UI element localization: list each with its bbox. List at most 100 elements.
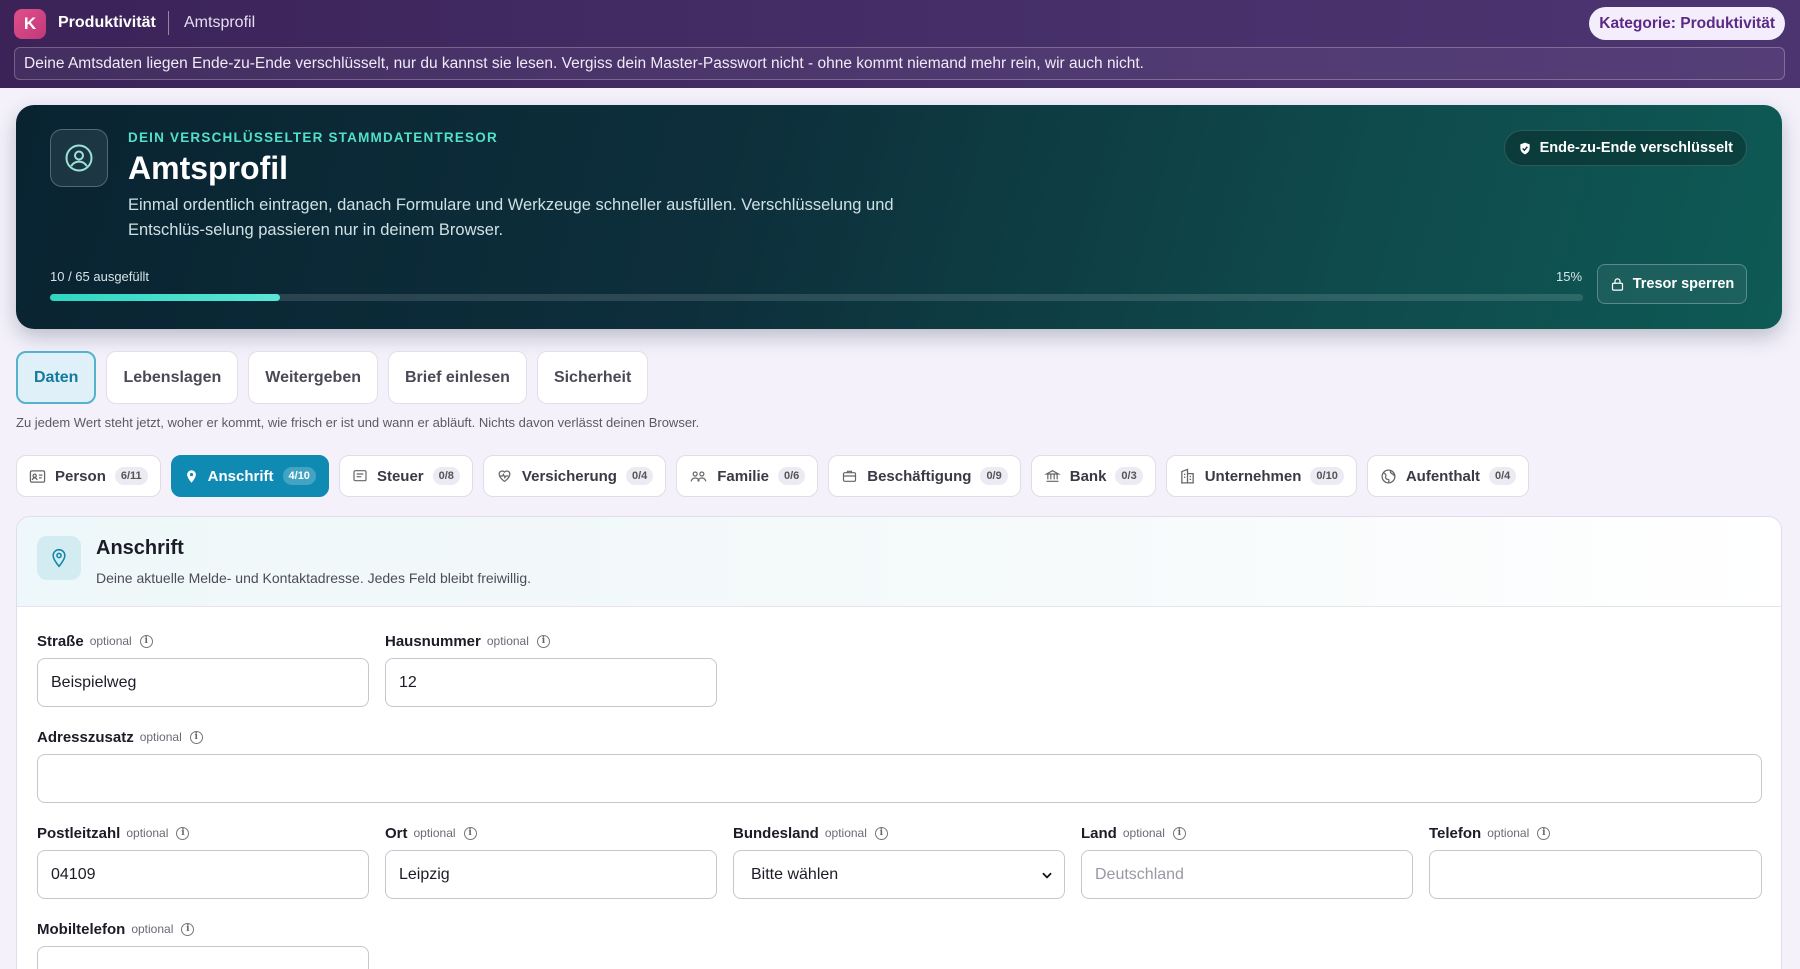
optional-tag: optional: [139, 730, 182, 744]
category-aufenthalt[interactable]: Aufenthalt 0/4: [1366, 455, 1530, 497]
field-adresszusatz: Adresszusatz optional i: [37, 727, 1762, 803]
category-steuer[interactable]: Steuer 0/8: [338, 455, 473, 497]
field-label: Bundesland: [733, 824, 819, 842]
optional-tag: optional: [126, 826, 169, 840]
field-bundesland: Bundesland optional i Bitte wählen: [733, 823, 1065, 899]
shield-check-icon: [1519, 142, 1530, 154]
ort-input[interactable]: Leipzig: [385, 850, 717, 899]
category-versicherung[interactable]: Versicherung 0/4: [482, 455, 667, 497]
field-label: Telefon: [1429, 824, 1482, 842]
globe-icon: [1381, 468, 1396, 484]
top-bar: K Produktivität Amtsprofil Kategorie: Pr…: [0, 0, 1800, 88]
hero-panel: DEIN VERSCHLÜSSELTER STAMMDATENTRESOR Am…: [16, 105, 1782, 329]
optional-tag: optional: [1487, 826, 1530, 840]
category-label: Anschrift: [207, 467, 274, 485]
optional-tag: optional: [486, 634, 529, 648]
field-ort: Ort optional i Leipzig: [385, 823, 717, 899]
category-unternehmen[interactable]: Unternehmen 0/10: [1165, 455, 1357, 497]
lock-icon: [1611, 277, 1623, 291]
section-header: Anschrift Deine aktuelle Melde- und Kont…: [17, 517, 1781, 607]
field-postleitzahl: Postleitzahl optional i 04109: [37, 823, 369, 899]
field-land: Land optional i Deutschland: [1081, 823, 1413, 899]
info-icon[interactable]: i: [536, 634, 550, 648]
category-label: Steuer: [376, 467, 424, 485]
hausnummer-input[interactable]: 12: [385, 658, 717, 707]
app-logo[interactable]: K: [14, 9, 46, 39]
category-person[interactable]: Person 6/11: [16, 455, 161, 497]
mobiltelefon-input[interactable]: [37, 946, 369, 969]
category-beschaeftigung[interactable]: Beschäftigung 0/9: [828, 455, 1021, 497]
info-icon[interactable]: i: [874, 826, 888, 840]
lock-vault-button[interactable]: Tresor sperren: [1597, 264, 1747, 304]
lock-vault-label: Tresor sperren: [1632, 276, 1735, 292]
bundesland-select[interactable]: Bitte wählen: [733, 850, 1065, 899]
category-tabs: Person 6/11 Anschrift 4/10 Steuer 0/8 Ve…: [16, 455, 1530, 497]
category-count: 0/6: [777, 467, 806, 485]
info-icon[interactable]: i: [1537, 826, 1551, 840]
category-familie[interactable]: Familie 0/6: [676, 455, 819, 497]
field-label: Postleitzahl: [37, 824, 121, 842]
section-subtitle: Deine aktuelle Melde- und Kontaktadresse…: [96, 570, 532, 586]
field-hausnummer: Hausnummer optional i 12: [385, 631, 717, 707]
category-bank[interactable]: Bank 0/3: [1030, 455, 1156, 497]
field-label: Hausnummer: [385, 632, 481, 650]
encryption-badge-label: Ende-zu-Ende verschlüsselt: [1539, 140, 1733, 156]
category-label: Familie: [717, 467, 769, 485]
category-label: Person: [55, 467, 106, 485]
field-label: Straße: [37, 632, 84, 650]
tab-daten[interactable]: Daten: [16, 351, 97, 404]
receipt-icon: [353, 470, 367, 482]
info-icon[interactable]: i: [189, 730, 203, 744]
title-divider: [168, 11, 169, 35]
bundesland-selected-value: Bitte wählen: [751, 865, 839, 883]
category-anschrift[interactable]: Anschrift 4/10: [170, 455, 329, 497]
adresszusatz-input[interactable]: [37, 754, 1762, 803]
page-title: Amtsprofil: [128, 150, 288, 186]
field-label: Adresszusatz: [37, 728, 134, 746]
field-label: Land: [1081, 824, 1117, 842]
info-icon[interactable]: i: [176, 826, 190, 840]
field-label: Ort: [385, 824, 408, 842]
id-card-icon: [29, 469, 46, 483]
info-icon[interactable]: i: [181, 922, 195, 936]
tab-brief-einlesen[interactable]: Brief einlesen: [388, 351, 527, 404]
building-icon: [1180, 467, 1194, 484]
category-count: 4/10: [282, 467, 316, 485]
optional-tag: optional: [824, 826, 867, 840]
telefon-input[interactable]: [1429, 850, 1762, 899]
land-input[interactable]: Deutschland: [1081, 850, 1413, 899]
category-label: Unternehmen: [1204, 467, 1302, 485]
progress-label: 10 / 65 ausgefüllt: [50, 269, 150, 284]
strasse-input[interactable]: Beispielweg: [37, 658, 369, 707]
category-count: 0/8: [432, 467, 460, 485]
category-count: 0/3: [1115, 467, 1143, 485]
category-pill[interactable]: Kategorie: Produktivität: [1589, 7, 1785, 40]
optional-tag: optional: [413, 826, 456, 840]
people-icon: [690, 471, 707, 482]
tab-weitergeben[interactable]: Weitergeben: [248, 351, 378, 404]
app-title[interactable]: Produktivität: [58, 14, 156, 32]
category-count: 0/4: [625, 467, 654, 485]
tab-sicherheit[interactable]: Sicherheit: [536, 351, 649, 404]
user-circle-icon: [50, 129, 108, 187]
chevron-down-icon: [1042, 872, 1052, 879]
postleitzahl-input[interactable]: 04109: [37, 850, 369, 899]
optional-tag: optional: [89, 634, 132, 648]
optional-tag: optional: [131, 922, 174, 936]
field-strasse: Straße optional i Beispielweg: [37, 631, 369, 707]
category-count: 0/9: [980, 467, 1008, 485]
main-tabs: Daten Lebenslagen Weitergeben Brief einl…: [16, 351, 649, 404]
briefcase-icon: [843, 470, 857, 482]
hero-kicker: DEIN VERSCHLÜSSELTER STAMMDATENTRESOR: [128, 130, 498, 145]
info-icon[interactable]: i: [139, 634, 153, 648]
category-label: Aufenthalt: [1405, 467, 1480, 485]
progress-bar-fill: [50, 294, 280, 301]
progress-bar: [50, 294, 1583, 301]
tab-lebenslagen[interactable]: Lebenslagen: [106, 351, 239, 404]
info-icon[interactable]: i: [463, 826, 477, 840]
field-mobiltelefon: Mobiltelefon optional i: [37, 919, 369, 969]
info-icon[interactable]: i: [1172, 826, 1186, 840]
encryption-badge: Ende-zu-Ende verschlüsselt: [1503, 130, 1747, 166]
bank-icon: [1043, 469, 1061, 482]
section-title: Anschrift: [96, 537, 184, 559]
